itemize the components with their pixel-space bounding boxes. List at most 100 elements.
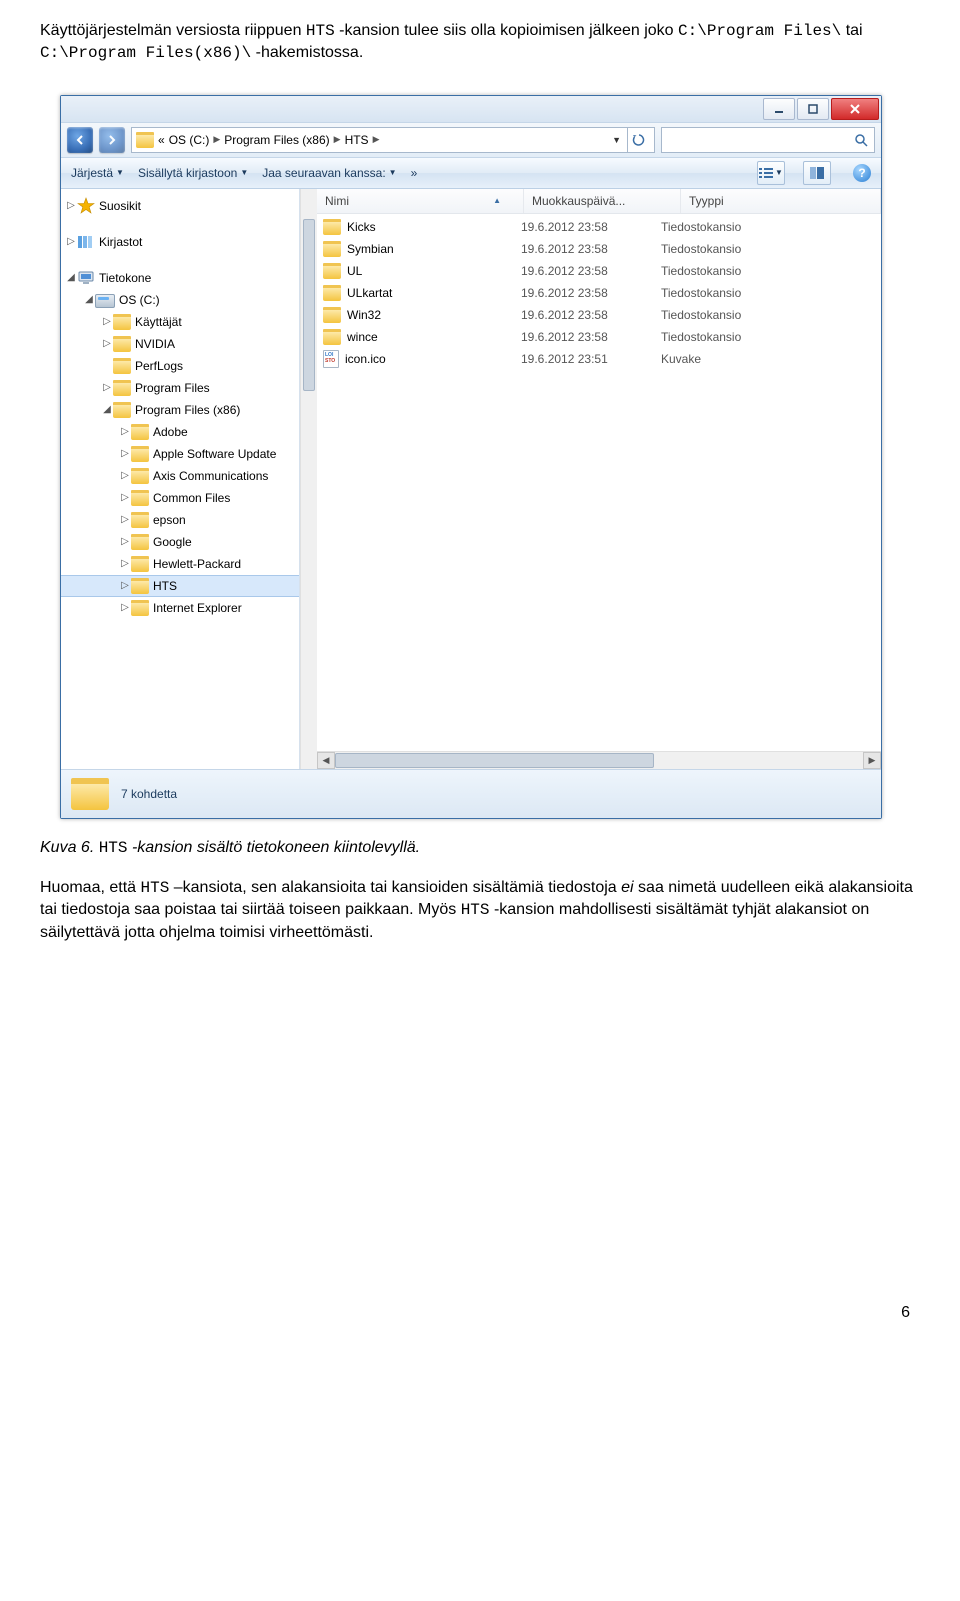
tree-item[interactable]: ▷epson bbox=[61, 509, 299, 531]
folder-icon bbox=[131, 468, 149, 484]
disclosure-icon[interactable]: ▷ bbox=[119, 492, 131, 503]
disclosure-icon[interactable]: ◢ bbox=[83, 294, 95, 305]
scrollbar-thumb[interactable] bbox=[335, 753, 654, 768]
file-name: wince bbox=[347, 330, 378, 344]
disclosure-icon[interactable]: ▷ bbox=[101, 316, 113, 327]
breadcrumb[interactable]: « OS (C:) ▶ Program Files (x86) ▶ HTS ▶ … bbox=[131, 127, 655, 153]
scroll-left-button[interactable]: ◀ bbox=[317, 752, 335, 769]
breadcrumb-item-0[interactable]: OS (C:) bbox=[169, 133, 210, 147]
folder-icon bbox=[113, 402, 131, 418]
tree-item[interactable]: ▷Internet Explorer bbox=[61, 597, 299, 619]
file-row[interactable]: Symbian19.6.2012 23:58Tiedostokansio bbox=[317, 238, 881, 260]
star-icon bbox=[77, 197, 95, 215]
tree-item-label: Adobe bbox=[153, 425, 188, 439]
tree-item[interactable]: ▷Program Files bbox=[61, 377, 299, 399]
folder-icon bbox=[131, 512, 149, 528]
disclosure-icon[interactable]: ◢ bbox=[65, 272, 77, 283]
tree-item[interactable]: ▷HTS bbox=[61, 575, 299, 597]
disclosure-icon[interactable]: ▷ bbox=[119, 514, 131, 525]
file-type: Tiedostokansio bbox=[661, 242, 881, 256]
folder-icon bbox=[131, 578, 149, 594]
file-row[interactable]: ULkartat19.6.2012 23:58Tiedostokansio bbox=[317, 282, 881, 304]
file-row[interactable]: Kicks19.6.2012 23:58Tiedostokansio bbox=[317, 216, 881, 238]
tree-item[interactable]: ▷Käyttäjät bbox=[61, 311, 299, 333]
intro-text-2: -kansion tulee siis olla kopioimisen jäl… bbox=[335, 22, 678, 39]
tree-item[interactable]: ▷Kirjastot bbox=[61, 231, 299, 253]
preview-pane-button[interactable] bbox=[803, 161, 831, 185]
file-row[interactable]: wince19.6.2012 23:58Tiedostokansio bbox=[317, 326, 881, 348]
computer-icon bbox=[77, 270, 95, 286]
note-p2: –kansiota, sen alakansioita tai kansioid… bbox=[169, 879, 621, 896]
column-name-label: Nimi bbox=[325, 194, 349, 208]
disclosure-icon[interactable]: ▷ bbox=[119, 426, 131, 437]
vertical-scrollbar[interactable] bbox=[300, 189, 317, 769]
tree-item-label: Apple Software Update bbox=[153, 447, 276, 461]
status-bar: 7 kohdetta bbox=[61, 769, 881, 818]
file-row[interactable]: Win3219.6.2012 23:58Tiedostokansio bbox=[317, 304, 881, 326]
file-row[interactable]: icon.ico19.6.2012 23:51Kuvake bbox=[317, 348, 881, 370]
disclosure-icon[interactable]: ▷ bbox=[119, 558, 131, 569]
maximize-button[interactable] bbox=[797, 98, 829, 120]
tree-item[interactable]: ▷Hewlett-Packard bbox=[61, 553, 299, 575]
search-input[interactable] bbox=[661, 127, 875, 153]
more-button[interactable]: » bbox=[411, 166, 418, 180]
tree-item[interactable]: ▷ Google bbox=[61, 531, 299, 553]
scroll-right-button[interactable]: ▶ bbox=[863, 752, 881, 769]
share-button[interactable]: Jaa seuraavan kanssa: ▼ bbox=[262, 166, 396, 180]
disclosure-icon[interactable]: ▷ bbox=[101, 338, 113, 349]
disclosure-icon[interactable]: ▷ bbox=[119, 602, 131, 613]
disclosure-icon[interactable]: ▷ bbox=[119, 536, 131, 547]
column-date[interactable]: Muokkauspäivä... bbox=[524, 189, 681, 213]
column-headers: Nimi▲ Muokkauspäivä... Tyyppi bbox=[317, 189, 881, 214]
tree-item-label: Google bbox=[153, 535, 192, 549]
folder-icon bbox=[323, 307, 341, 323]
organize-button[interactable]: Järjestä ▼ bbox=[71, 166, 124, 180]
horizontal-scrollbar[interactable]: ◀ ▶ bbox=[317, 751, 881, 769]
include-library-button[interactable]: Sisällytä kirjastoon ▼ bbox=[138, 166, 248, 180]
tree-item[interactable]: ◢OS (C:) bbox=[61, 289, 299, 311]
refresh-button[interactable] bbox=[627, 128, 650, 152]
folder-icon bbox=[323, 241, 341, 257]
file-date: 19.6.2012 23:58 bbox=[521, 286, 661, 300]
column-name[interactable]: Nimi▲ bbox=[317, 189, 524, 213]
disclosure-icon[interactable]: ▷ bbox=[101, 382, 113, 393]
view-mode-button[interactable]: ▼ bbox=[757, 161, 785, 185]
tree-item[interactable]: ◢ Program Files (x86) bbox=[61, 399, 299, 421]
disclosure-icon[interactable]: ◢ bbox=[101, 404, 113, 415]
close-button[interactable] bbox=[831, 98, 879, 120]
disclosure-icon[interactable]: ▷ bbox=[65, 200, 77, 211]
disclosure-icon[interactable]: ▷ bbox=[119, 448, 131, 459]
tree-item[interactable]: ▷ Apple Software Update bbox=[61, 443, 299, 465]
tree-item[interactable]: ◢Tietokone bbox=[61, 267, 299, 289]
breadcrumb-item-1[interactable]: Program Files (x86) bbox=[224, 133, 329, 147]
forward-button[interactable] bbox=[99, 127, 125, 153]
tree-item[interactable]: ▷Common Files bbox=[61, 487, 299, 509]
folder-icon bbox=[323, 329, 341, 345]
column-type[interactable]: Tyyppi bbox=[681, 189, 881, 213]
minimize-button[interactable] bbox=[763, 98, 795, 120]
tree-item[interactable]: ▷Axis Communications bbox=[61, 465, 299, 487]
folder-icon bbox=[131, 490, 149, 506]
caption-suffix: -kansion sisältö tietokoneen kiintolevyl… bbox=[128, 839, 421, 856]
column-type-label: Tyyppi bbox=[689, 194, 724, 208]
disclosure-icon[interactable]: ▷ bbox=[119, 580, 131, 591]
disclosure-icon[interactable]: ▷ bbox=[119, 470, 131, 481]
breadcrumb-item-2[interactable]: HTS bbox=[345, 133, 369, 147]
tree-item[interactable]: ▷Suosikit bbox=[61, 195, 299, 217]
folder-icon bbox=[323, 263, 341, 279]
back-button[interactable] bbox=[67, 127, 93, 153]
note-c1: HTS bbox=[141, 879, 170, 897]
tree-item[interactable]: ▷ Adobe bbox=[61, 421, 299, 443]
chevron-down-icon[interactable]: ▼ bbox=[612, 135, 621, 145]
tree-view[interactable]: ▷Suosikit ▷Kirjastot ◢Tietokone◢OS (C:)▷Kä… bbox=[61, 189, 300, 769]
folder-icon bbox=[113, 380, 131, 396]
help-button[interactable]: ? bbox=[853, 164, 871, 182]
tree-item[interactable]: ▷NVIDIA bbox=[61, 333, 299, 355]
tree-item[interactable]: PerfLogs bbox=[61, 355, 299, 377]
file-name: Kicks bbox=[347, 220, 376, 234]
disclosure-icon[interactable]: ▷ bbox=[65, 236, 77, 247]
file-row[interactable]: UL19.6.2012 23:58Tiedostokansio bbox=[317, 260, 881, 282]
scrollbar-thumb[interactable] bbox=[303, 219, 315, 391]
tree-item-label: Program Files (x86) bbox=[135, 403, 240, 417]
file-list: Nimi▲ Muokkauspäivä... Tyyppi Kicks19.6.… bbox=[317, 189, 881, 769]
